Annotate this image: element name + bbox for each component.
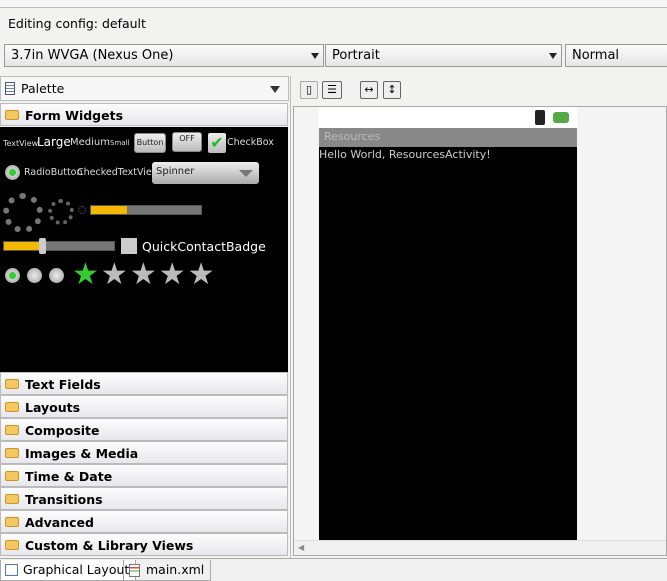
device-value: 3.7in WVGA (Nexus One) <box>11 48 174 63</box>
progress-spinner-small-icon <box>78 206 86 214</box>
layout-stacked-icon[interactable]: ☰ <box>322 81 342 99</box>
battery-icon <box>553 112 569 123</box>
orientation-value: Portrait <box>332 48 380 63</box>
device-dropdown[interactable]: 3.7in WVGA (Nexus One) <box>4 44 324 67</box>
category-text-fields[interactable]: Text Fields <box>0 372 288 395</box>
wifi-icon <box>535 110 545 125</box>
folder-icon <box>5 540 19 550</box>
palette-title: Palette <box>21 81 65 96</box>
category-label: Custom & Library Views <box>25 538 194 553</box>
fit-width-icon[interactable]: ↔ <box>360 81 378 99</box>
folder-icon <box>5 494 19 504</box>
folder-icon <box>5 471 19 481</box>
orientation-dropdown[interactable]: Portrait <box>325 44 562 67</box>
category-label: Images & Media <box>25 446 139 461</box>
seekbar-thumb[interactable] <box>39 238 47 254</box>
radio-unchecked-icon[interactable] <box>27 268 42 283</box>
device-screen: Resources Hello World, ResourcesActivity… <box>319 107 577 540</box>
category-composite[interactable]: Composite <box>0 418 288 441</box>
palette-icon <box>5 82 15 95</box>
chevron-down-icon <box>311 53 319 59</box>
status-bar <box>319 107 577 128</box>
widget-spinner[interactable]: Spinner <box>152 162 259 184</box>
progress-fill <box>91 206 128 214</box>
fit-height-icon[interactable]: ↕ <box>383 81 401 99</box>
radio-checked-icon[interactable] <box>5 165 20 180</box>
mode-value: Normal <box>572 48 620 63</box>
widget-progress-bar <box>90 205 202 215</box>
folder-icon <box>5 425 19 435</box>
tab-label: main.xml <box>146 562 205 577</box>
layout-icon <box>5 564 18 576</box>
folder-icon <box>5 379 19 389</box>
category-images-media[interactable]: Images & Media <box>0 441 288 464</box>
category-layouts[interactable]: Layouts <box>0 395 288 418</box>
radio-checked-icon[interactable] <box>5 268 20 283</box>
progress-spinner-large-icon <box>3 193 43 233</box>
widget-seekbar[interactable] <box>3 238 115 254</box>
folder-open-icon <box>5 110 19 120</box>
widget-textview[interactable]: TextView <box>3 139 38 148</box>
chevron-down-icon <box>239 170 253 177</box>
star-empty-icon[interactable]: ★ <box>130 257 157 292</box>
category-label: Text Fields <box>25 377 101 392</box>
category-label: Composite <box>25 423 100 438</box>
widget-small-text[interactable]: Small <box>110 139 129 147</box>
config-title: Editing config: default <box>8 16 146 31</box>
checkbox-checked-icon[interactable]: ✔ <box>208 133 226 153</box>
widget-radiobutton: RadioButton <box>24 167 83 178</box>
folder-icon <box>5 402 19 412</box>
category-label: Layouts <box>25 400 81 415</box>
palette-menu-icon[interactable] <box>270 86 280 93</box>
mode-dropdown[interactable]: Normal <box>565 44 667 67</box>
tab-graphical-layout[interactable]: Graphical Layout <box>0 560 137 581</box>
widget-ratingbar[interactable]: ★★★★★ <box>72 260 217 290</box>
form-widgets-panel: TextView Large Medium Small Button OFF ✔… <box>0 127 288 372</box>
category-label: Advanced <box>25 515 94 530</box>
folder-icon <box>5 448 19 458</box>
layout-side-by-side-icon[interactable]: ▯ <box>300 81 318 99</box>
radio-unchecked-icon[interactable] <box>49 268 64 283</box>
widget-quickcontactbadge: QuickContactBadge <box>142 239 266 254</box>
widget-toggle-button[interactable]: OFF <box>172 132 202 152</box>
category-label: Time & Date <box>25 469 113 484</box>
tab-label: Graphical Layout <box>23 562 130 577</box>
widget-button[interactable]: Button <box>134 133 166 153</box>
editor-tab-strip <box>0 0 667 8</box>
category-transitions[interactable]: Transitions <box>0 487 288 510</box>
widget-large-text[interactable]: Large <box>37 135 71 149</box>
progress-spinner-medium-icon <box>48 199 74 225</box>
xml-file-icon <box>129 564 140 577</box>
seekbar-fill <box>4 242 40 250</box>
star-empty-icon[interactable]: ★ <box>101 257 128 292</box>
widget-medium-text[interactable]: Medium <box>70 137 110 148</box>
scroll-left-icon[interactable]: ◀ <box>298 543 304 552</box>
quickcontact-image-icon[interactable] <box>121 238 137 254</box>
category-advanced[interactable]: Advanced <box>0 510 288 533</box>
chevron-down-icon <box>549 53 557 59</box>
category-label: Form Widgets <box>25 108 124 123</box>
folder-icon <box>5 517 19 527</box>
star-filled-icon[interactable]: ★ <box>72 257 99 292</box>
tab-main-xml[interactable]: main.xml <box>123 560 212 581</box>
category-time-date[interactable]: Time & Date <box>0 464 288 487</box>
category-form-widgets[interactable]: Form Widgets <box>0 103 288 126</box>
horizontal-scrollbar[interactable]: ◀ <box>294 540 666 555</box>
widget-checkbox-label: CheckBox <box>227 137 274 148</box>
category-custom-library-views[interactable]: Custom & Library Views <box>0 533 288 556</box>
widget-checkedtextview[interactable]: CheckedTextView <box>77 167 160 178</box>
star-empty-icon[interactable]: ★ <box>188 257 215 292</box>
app-title-bar: Resources <box>319 128 577 147</box>
star-empty-icon[interactable]: ★ <box>159 257 186 292</box>
palette-header: Palette <box>0 76 289 101</box>
hello-text[interactable]: Hello World, ResourcesActivity! <box>319 147 577 161</box>
spinner-value: Spinner <box>156 166 195 177</box>
category-label: Transitions <box>25 492 103 507</box>
